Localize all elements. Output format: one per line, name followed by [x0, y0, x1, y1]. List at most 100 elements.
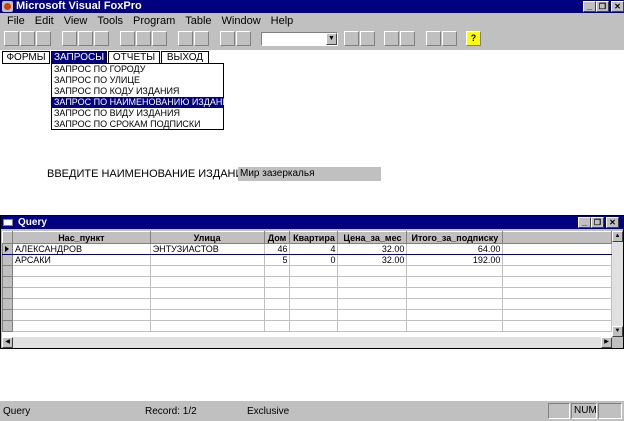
query-maximize-button[interactable]: ❐ — [591, 217, 604, 228]
cell-subscription-total[interactable]: 192.00 — [406, 254, 504, 266]
autoreport-icon[interactable] — [442, 31, 457, 46]
status-panel-ins — [598, 403, 622, 419]
status-panel-caps — [548, 403, 570, 419]
query-close-button[interactable]: ✕ — [606, 217, 619, 228]
empty-row — [2, 298, 612, 310]
cell-house[interactable]: 46 — [263, 243, 291, 255]
empty-cell — [11, 298, 151, 310]
scroll-left-icon[interactable]: ◀ — [2, 337, 13, 348]
row-selector — [2, 298, 13, 310]
column-header-house[interactable]: Дом — [263, 231, 291, 244]
print-icon[interactable] — [62, 31, 77, 46]
empty-cell — [11, 309, 151, 321]
empty-cell — [406, 265, 504, 277]
empty-cell — [502, 298, 612, 310]
menu-table[interactable]: Table — [180, 15, 216, 27]
minimize-button[interactable]: _ — [583, 1, 596, 12]
empty-cell — [289, 320, 339, 332]
empty-cell — [11, 276, 151, 288]
cell-house[interactable]: 5 — [263, 254, 291, 266]
vertical-scrollbar[interactable]: ▲ ▼ — [612, 231, 623, 337]
query-by-edition-name[interactable]: ЗАПРОС ПО НАИМЕНОВАНИЮ ИЗДАНИЯ — [52, 97, 235, 108]
empty-cell — [289, 309, 339, 321]
menu-forms[interactable]: ФОРМЫ — [2, 51, 50, 64]
autoform-icon[interactable] — [426, 31, 441, 46]
new-icon[interactable] — [4, 31, 19, 46]
column-header-apartment[interactable]: Квартира — [289, 231, 339, 244]
query-by-street[interactable]: ЗАПРОС ПО УЛИЦЕ — [52, 75, 223, 86]
edition-name-input[interactable]: Мир зазеркалья — [238, 167, 381, 181]
table-row[interactable]: АРСАКИ 5 0 32.00 192.00 — [2, 254, 612, 266]
query-by-edition-code[interactable]: ЗАПРОС ПО КОДУ ИЗДАНИЯ — [52, 86, 223, 97]
cell-city[interactable]: АРСАКИ — [11, 254, 151, 266]
menu-tools[interactable]: Tools — [92, 15, 128, 27]
empty-cell — [11, 265, 151, 277]
empty-cell — [149, 320, 265, 332]
help-icon[interactable]: ? — [466, 31, 481, 46]
empty-cell — [502, 287, 612, 299]
empty-cell — [406, 287, 504, 299]
status-record: Record: 1/2 — [145, 406, 197, 417]
query-minimize-button[interactable]: _ — [578, 217, 591, 228]
copy-icon[interactable] — [136, 31, 151, 46]
cell-monthly-price[interactable]: 32.00 — [337, 243, 408, 255]
cell-street[interactable] — [149, 254, 265, 266]
empty-cell — [289, 298, 339, 310]
redo-icon[interactable] — [194, 31, 209, 46]
close-button[interactable]: ✕ — [611, 1, 624, 12]
empty-row — [2, 309, 612, 321]
scroll-down-icon[interactable]: ▼ — [612, 326, 623, 337]
menu-edit[interactable]: Edit — [30, 15, 59, 27]
cell-apartment[interactable]: 4 — [289, 243, 339, 255]
browse-window-icon[interactable] — [3, 219, 13, 226]
form-wizard-icon[interactable] — [384, 31, 399, 46]
run-icon[interactable] — [220, 31, 235, 46]
empty-cell — [406, 309, 504, 321]
undo-icon[interactable] — [178, 31, 193, 46]
chevron-down-icon[interactable]: ▼ — [326, 33, 337, 45]
query-by-edition-type[interactable]: ЗАПРОС ПО ВИДУ ИЗДАНИЯ — [52, 108, 223, 119]
foxpro-app-icon[interactable] — [2, 1, 13, 12]
empty-cell — [149, 298, 265, 310]
column-header-monthly-price[interactable]: Цена_за_мес — [337, 231, 408, 244]
row-selector[interactable] — [2, 243, 13, 255]
query-by-city[interactable]: ЗАПРОС ПО ГОРОДУ — [52, 64, 223, 75]
modify-form-icon[interactable] — [236, 31, 251, 46]
cell-monthly-price[interactable]: 32.00 — [337, 254, 408, 266]
report-wizard-icon[interactable] — [400, 31, 415, 46]
table-row[interactable]: АЛЕКСАНДРОВ ЭНТУЗИАСТОВ 46 4 32.00 64.00 — [2, 243, 612, 255]
column-header-subscription-total[interactable]: Итого_за_подписку — [406, 231, 504, 244]
column-header-street[interactable]: Улица — [149, 231, 265, 244]
query-by-subscription-term[interactable]: ЗАПРОС ПО СРОКАМ ПОДПИСКИ — [52, 119, 223, 130]
empty-row — [2, 320, 612, 332]
column-header-city[interactable]: Нас_пункт — [11, 231, 151, 244]
open-icon[interactable] — [20, 31, 35, 46]
toolbar-combo[interactable]: ▼ — [261, 32, 338, 46]
status-alias: Query — [3, 406, 31, 417]
cell-apartment[interactable]: 0 — [289, 254, 339, 266]
empty-row — [2, 265, 612, 277]
grid-corner — [2, 231, 13, 244]
cell-street[interactable]: ЭНТУЗИАСТОВ — [149, 243, 265, 255]
menu-program[interactable]: Program — [128, 15, 180, 27]
menu-view[interactable]: View — [59, 15, 93, 27]
command-window-icon[interactable] — [344, 31, 359, 46]
row-selector[interactable] — [2, 254, 13, 266]
save-icon[interactable] — [36, 31, 51, 46]
menu-file[interactable]: File — [2, 15, 30, 27]
menu-window[interactable]: Window — [217, 15, 266, 27]
menu-help[interactable]: Help — [266, 15, 299, 27]
cell-subscription-total[interactable]: 64.00 — [406, 243, 504, 255]
print-preview-icon[interactable] — [78, 31, 93, 46]
scroll-up-icon[interactable]: ▲ — [612, 231, 623, 242]
restore-button[interactable]: ❐ — [596, 1, 609, 12]
cut-icon[interactable] — [120, 31, 135, 46]
standard-toolbar: ▼ ? — [0, 28, 624, 50]
scroll-right-icon[interactable]: ▶ — [601, 337, 612, 348]
cell-city[interactable]: АЛЕКСАНДРОВ — [11, 243, 151, 255]
paste-icon[interactable] — [152, 31, 167, 46]
horizontal-scrollbar[interactable]: ◀ ▶ — [2, 337, 612, 348]
view-window-icon[interactable] — [360, 31, 375, 46]
spell-check-icon[interactable] — [94, 31, 109, 46]
grid-header-row: Нас_пункт Улица Дом Квартира Цена_за_мес… — [2, 231, 612, 244]
